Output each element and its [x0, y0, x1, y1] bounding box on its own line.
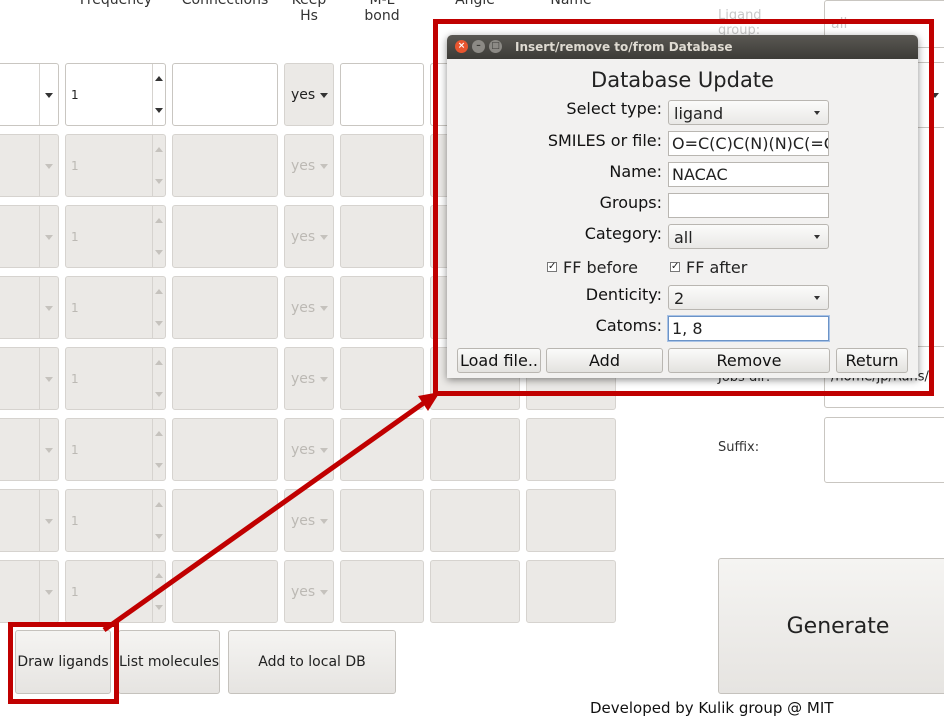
dialog-highlight: [433, 19, 934, 396]
draw-ligands-highlight: [8, 622, 119, 704]
annotation-arrow-line: [102, 399, 427, 633]
